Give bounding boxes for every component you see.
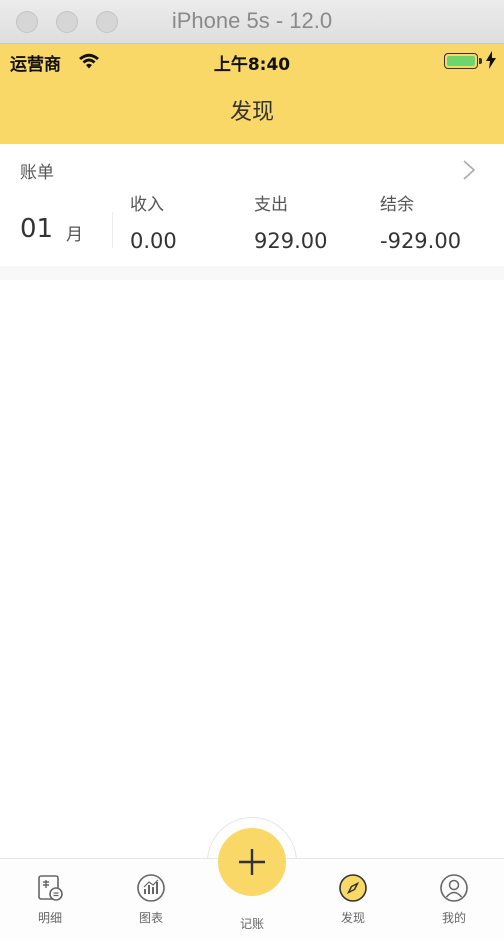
page-title: 发现 [229, 100, 274, 125]
ledger-icon [38, 875, 63, 901]
income-label: 收入 [130, 195, 164, 215]
app-header: 运营商 上午8:40 发现 [0, 44, 504, 144]
bill-title: 账单 [20, 163, 54, 183]
simulator-title-bar: iPhone 5s - 12.0 [0, 0, 504, 44]
balance-label: 结余 [380, 195, 414, 215]
content-area [0, 280, 504, 858]
status-bar: 运营商 上午8:40 [0, 44, 504, 78]
status-time: 上午8:40 [213, 55, 291, 75]
add-record-button[interactable] [218, 828, 286, 896]
income-column: 收入 0.00 [130, 190, 177, 253]
plus-icon [239, 849, 265, 875]
tab-discover[interactable]: 发现 [323, 873, 383, 926]
tab-mine[interactable]: 我的 [424, 873, 484, 926]
expense-value: 929.00 [254, 229, 328, 253]
balance-value: -929.00 [380, 229, 462, 253]
income-value: 0.00 [130, 229, 177, 253]
tab-discover-label: 发现 [340, 911, 365, 925]
tab-record-label: 记账 [239, 917, 264, 931]
expense-label: 支出 [254, 195, 288, 215]
expense-column: 支出 929.00 [254, 190, 327, 253]
window-title: iPhone 5s - 12.0 [171, 8, 333, 33]
section-separator [0, 266, 504, 280]
tab-details-label: 明细 [37, 911, 62, 925]
charging-icon [486, 51, 496, 69]
month-number: 01 [20, 214, 54, 244]
divider [112, 212, 113, 248]
tab-charts[interactable]: 图表 [121, 873, 181, 926]
tab-charts-label: 图表 [138, 911, 163, 925]
tab-details[interactable]: 明细 [20, 873, 80, 926]
tab-mine-label: 我的 [441, 911, 466, 925]
chevron-right-icon[interactable] [462, 160, 476, 180]
chart-icon [137, 874, 165, 902]
bill-summary-card[interactable]: 账单 01 月 收入 0.00 支出 929.00 结余 -929.00 [0, 144, 504, 266]
balance-column: 结余 -929.00 [380, 190, 461, 253]
profile-icon [440, 874, 468, 902]
month-unit: 月 [66, 225, 83, 245]
battery-icon [444, 53, 482, 69]
compass-icon [339, 874, 367, 902]
